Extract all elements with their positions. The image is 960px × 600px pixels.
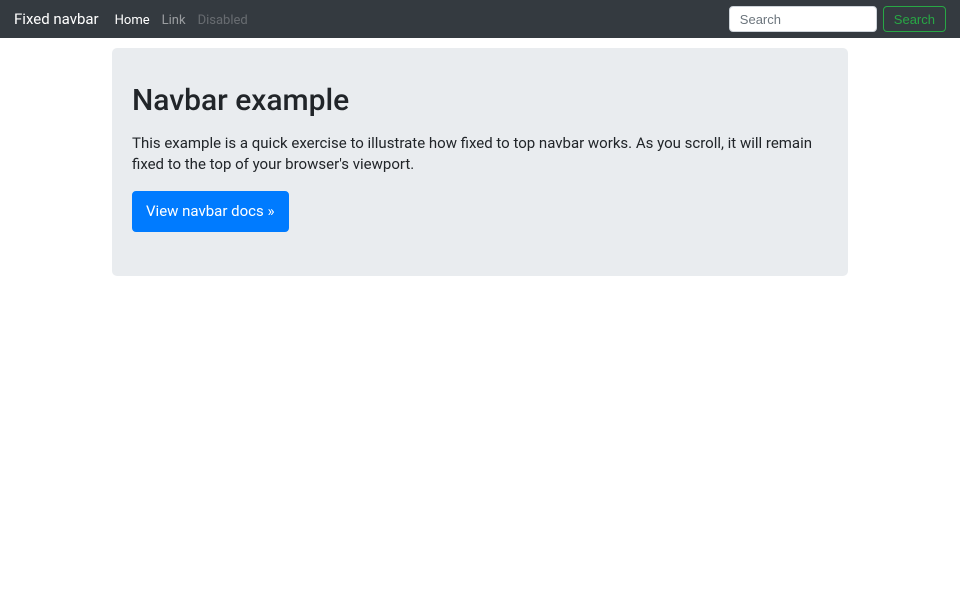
navbar-left: Fixed navbar Home Link Disabled	[14, 7, 260, 31]
page-heading: Navbar example	[132, 78, 828, 123]
jumbotron: Navbar example This example is a quick e…	[112, 48, 848, 276]
page-description: This example is a quick exercise to illu…	[132, 133, 828, 175]
navbar-nav: Home Link Disabled	[115, 7, 260, 31]
navbar-brand[interactable]: Fixed navbar	[14, 8, 99, 31]
nav-item-disabled: Disabled	[198, 7, 248, 31]
navbar-right: Search	[729, 6, 946, 32]
view-docs-button[interactable]: View navbar docs »	[132, 191, 289, 232]
search-button[interactable]: Search	[883, 6, 946, 32]
nav-item-home: Home	[115, 7, 150, 31]
nav-item-link: Link	[162, 7, 186, 31]
navbar: Fixed navbar Home Link Disabled Search	[0, 0, 960, 38]
search-input[interactable]	[729, 6, 877, 32]
nav-link-link[interactable]: Link	[162, 13, 186, 28]
nav-link-disabled: Disabled	[198, 13, 248, 28]
main-content: Navbar example This example is a quick e…	[0, 0, 960, 276]
nav-link-home[interactable]: Home	[115, 13, 150, 28]
